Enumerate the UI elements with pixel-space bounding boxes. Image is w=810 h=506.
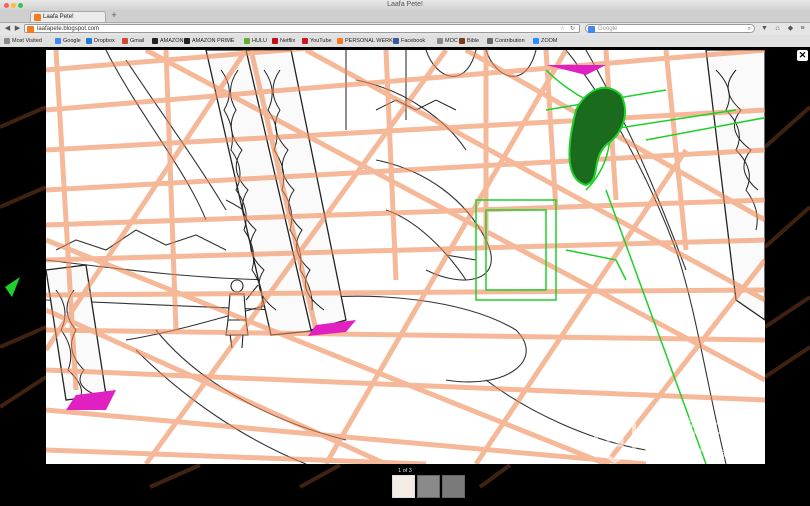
amazon-icon xyxy=(152,38,158,44)
close-lightbox-button[interactable]: ✕ xyxy=(797,50,808,61)
google-icon xyxy=(55,38,61,44)
window-title: Laafa Pete! xyxy=(387,1,423,8)
bookmark-label: Contribution xyxy=(495,38,525,44)
bookmark-label: YouTube xyxy=(310,38,332,44)
blogger-icon xyxy=(337,38,343,44)
bookmark-label: Google xyxy=(63,38,81,44)
bookmark-item[interactable]: Most Visited xyxy=(4,37,42,45)
facebook-icon xyxy=(393,38,399,44)
tab-title: Laafa Pete! xyxy=(43,14,74,20)
hulu-icon xyxy=(244,38,250,44)
netflix-icon xyxy=(272,38,278,44)
tab-bar: Laafa Pete! + xyxy=(0,10,810,23)
minimize-window-button[interactable] xyxy=(11,3,16,8)
new-tab-button[interactable]: + xyxy=(109,11,119,21)
bookmark-item[interactable]: ZOOM xyxy=(533,37,558,45)
bookmark-label: Most Visited xyxy=(12,38,42,44)
bookmark-item[interactable]: YouTube xyxy=(302,37,332,45)
search-icon[interactable]: ⌕ xyxy=(748,25,751,34)
bookmark-label: AMAZON xyxy=(160,38,184,44)
browser-tab[interactable]: Laafa Pete! xyxy=(30,11,106,22)
addon-icon[interactable]: ◆ xyxy=(786,24,795,33)
bookmark-label: Netflix xyxy=(280,38,296,44)
sketch-image xyxy=(46,50,765,464)
bookmark-item[interactable]: Netflix xyxy=(272,37,295,45)
watermark-url: lingganchina.com xyxy=(643,446,759,461)
blogger-icon xyxy=(34,14,41,21)
most-visited-icon xyxy=(4,38,10,44)
url-bar[interactable]: laafapete.blogspot.com ☆ ↻ xyxy=(24,24,580,33)
bookmark-label: HULU xyxy=(252,38,267,44)
window-titlebar: Laafa Pete! xyxy=(0,0,810,10)
bookmark-label: MOC xyxy=(445,38,458,44)
dropbox-icon xyxy=(86,38,92,44)
zoom-window-button[interactable] xyxy=(18,3,23,8)
forward-button[interactable]: ▶ xyxy=(13,24,22,33)
site-identity-icon xyxy=(27,26,34,33)
bookmark-label: Bible xyxy=(467,38,480,44)
bookmark-label: ZOOM xyxy=(541,38,558,44)
bookmark-item[interactable]: Contribution xyxy=(487,37,525,45)
moc-icon xyxy=(437,38,443,44)
watermark-logo-icon xyxy=(594,411,636,464)
menu-icon[interactable]: ≡ xyxy=(798,24,807,33)
bookmark-item[interactable]: Gmail xyxy=(122,37,144,45)
back-button[interactable]: ◀ xyxy=(3,24,12,33)
youtube-icon xyxy=(302,38,308,44)
search-placeholder: Google xyxy=(598,26,618,32)
gmail-icon xyxy=(122,38,128,44)
google-icon xyxy=(588,26,595,33)
bookmark-star-icon[interactable]: ☆ xyxy=(560,25,565,34)
zoom-icon xyxy=(533,38,539,44)
bookmark-item[interactable]: Bible xyxy=(459,37,479,45)
thumbnail-1[interactable] xyxy=(392,475,415,498)
bible-icon xyxy=(459,38,465,44)
bookmark-item[interactable]: Facebook xyxy=(393,37,425,45)
navigation-bar: ◀ ▶ laafapete.blogspot.com ☆ ↻ Google ⌕ … xyxy=(0,23,810,35)
contribution-icon xyxy=(487,38,493,44)
watermark-brand: 灵感中国 xyxy=(640,415,757,448)
bookmark-label: Facebook xyxy=(401,38,426,44)
amazon-icon xyxy=(184,38,190,44)
bookmark-item[interactable]: AMAZON PRIME xyxy=(184,37,234,45)
bookmark-item[interactable]: Google xyxy=(55,37,81,45)
url-text: laafapete.blogspot.com xyxy=(37,26,100,32)
home-icon[interactable]: ⌂ xyxy=(773,24,782,33)
downloads-icon[interactable]: ▼ xyxy=(760,24,769,33)
bookmark-item[interactable]: PERSONAL WERK xyxy=(337,37,393,45)
bookmark-item[interactable]: Dropbox xyxy=(86,37,115,45)
bookmark-item[interactable]: AMAZON xyxy=(152,37,184,45)
close-window-button[interactable] xyxy=(4,3,9,8)
search-input[interactable]: Google ⌕ xyxy=(585,24,755,33)
bookmark-label: Dropbox xyxy=(94,38,115,44)
bookmark-item[interactable]: HULU xyxy=(244,37,267,45)
dragon-head xyxy=(568,86,626,187)
green-mark xyxy=(5,277,20,297)
bookmark-label: Gmail xyxy=(130,38,145,44)
bookmark-label: AMAZON PRIME xyxy=(192,38,235,44)
reload-icon[interactable]: ↻ xyxy=(570,25,575,34)
image-counter: 1 of 3 xyxy=(398,468,412,474)
bookmark-label: PERSONAL WERK xyxy=(345,38,393,44)
thumbnail-2[interactable] xyxy=(417,475,440,498)
thumbnail-3[interactable] xyxy=(442,475,465,498)
bookmark-item[interactable]: MOC xyxy=(437,37,458,45)
